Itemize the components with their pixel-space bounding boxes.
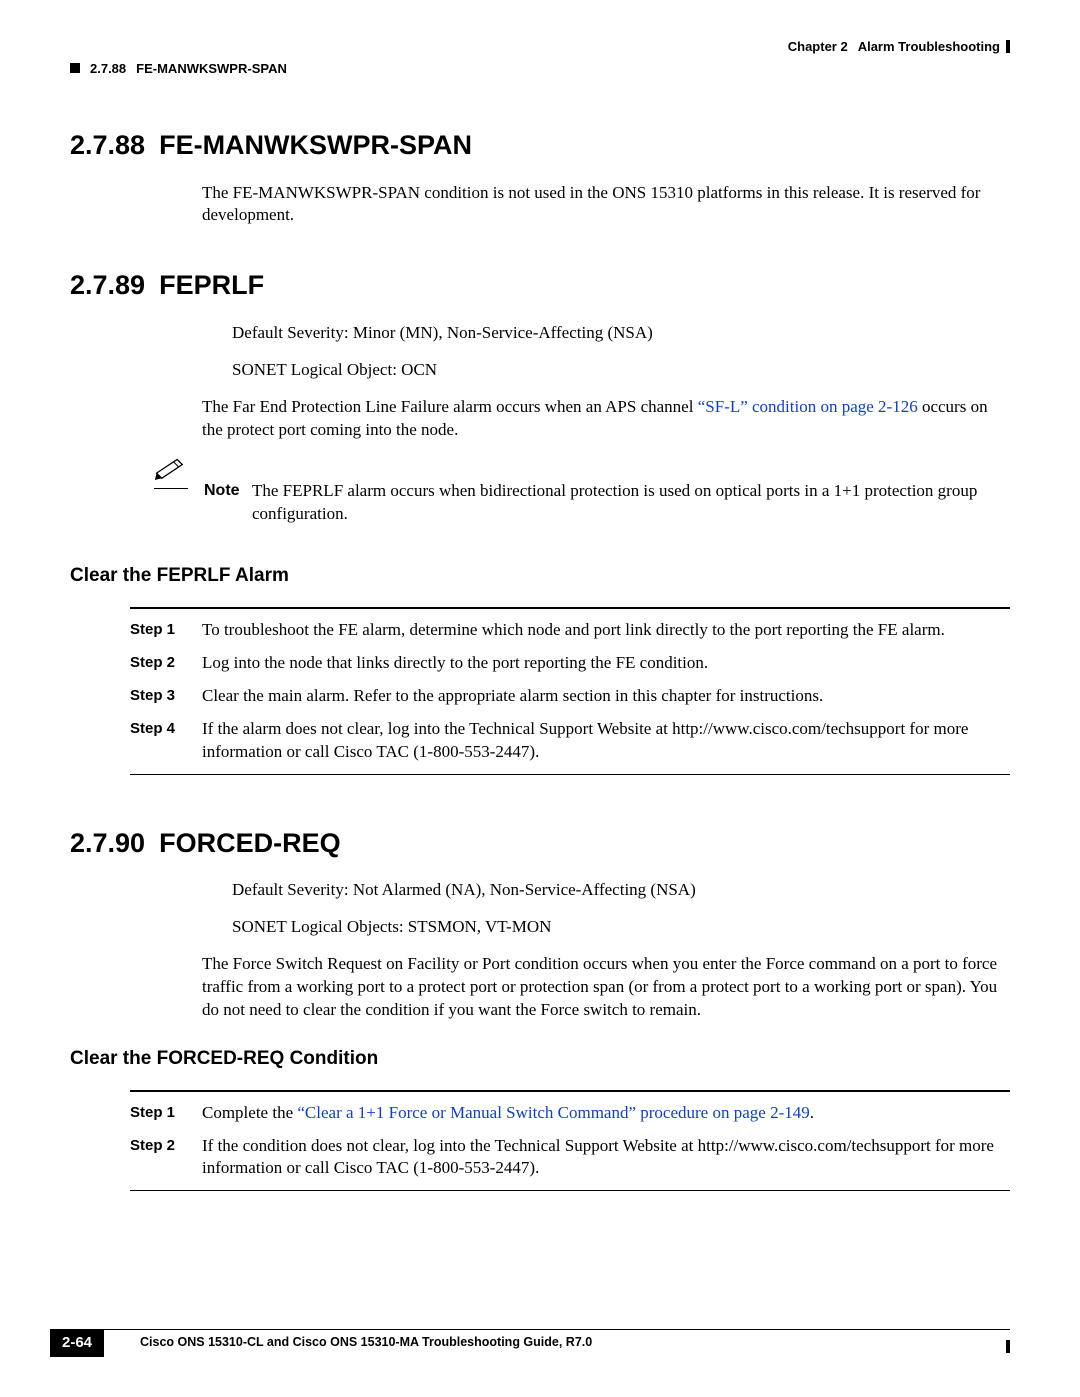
step-label: Step 4 xyxy=(130,718,202,764)
s88-para: The FE-MANWKSWPR-SPAN condition is not u… xyxy=(202,182,1010,228)
heading-2-7-88: 2.7.88 FE-MANWKSWPR-SPAN xyxy=(70,127,1010,163)
note-pencil-icon xyxy=(154,456,190,489)
running-header: Chapter 2 Alarm Troubleshooting xyxy=(70,38,1010,56)
header-bullet-icon xyxy=(70,63,80,73)
steps-rule-top xyxy=(130,1090,1010,1092)
page-number-badge: 2-64 xyxy=(50,1329,104,1357)
step-body: To troubleshoot the FE alarm, determine … xyxy=(202,619,1010,642)
heading-num: 2.7.90 xyxy=(70,828,145,858)
s89-para: The Far End Protection Line Failure alar… xyxy=(202,396,1010,442)
step-body-pre: Complete the xyxy=(202,1103,297,1122)
chapter-label: Chapter 2 xyxy=(788,38,848,56)
step-row: Step 2 Log into the node that links dire… xyxy=(130,652,1010,675)
clear-feprlf-heading: Clear the FEPRLF Alarm xyxy=(70,563,1010,589)
heading-2-7-90: 2.7.90 FORCED-REQ xyxy=(70,825,1010,861)
step-label: Step 1 xyxy=(130,619,202,642)
s90-para: The Force Switch Request on Facility or … xyxy=(202,953,1010,1022)
clear-forcedreq-heading: Clear the FORCED-REQ Condition xyxy=(70,1046,1010,1072)
step-row: Step 3 Clear the main alarm. Refer to th… xyxy=(130,685,1010,708)
heading-num: 2.7.89 xyxy=(70,270,145,300)
s89-para-pre: The Far End Protection Line Failure alar… xyxy=(202,397,698,416)
step-label: Step 1 xyxy=(130,1102,202,1125)
s90-logical: SONET Logical Objects: STSMON, VT-MON xyxy=(232,916,1010,939)
steps-rule-bottom xyxy=(130,774,1010,775)
step-body: If the condition does not clear, log int… xyxy=(202,1135,1010,1181)
heading-title: FORCED-REQ xyxy=(159,828,341,858)
clear-force-switch-link[interactable]: “Clear a 1+1 Force or Manual Switch Comm… xyxy=(297,1103,809,1122)
s90-severity: Default Severity: Not Alarmed (NA), Non-… xyxy=(232,879,1010,902)
footer-end-bar xyxy=(1006,1340,1010,1353)
step-row: Step 2 If the condition does not clear, … xyxy=(130,1135,1010,1181)
heading-num: 2.7.88 xyxy=(70,130,145,160)
note-label: Note xyxy=(204,456,252,526)
chapter-title: Alarm Troubleshooting xyxy=(858,38,1000,56)
step-body-post: . xyxy=(810,1103,814,1122)
step-label: Step 2 xyxy=(130,1135,202,1181)
step-body: Log into the node that links directly to… xyxy=(202,652,1010,675)
page-footer: Cisco ONS 15310-CL and Cisco ONS 15310-M… xyxy=(70,1329,1010,1351)
step-row: Step 4 If the alarm does not clear, log … xyxy=(130,718,1010,764)
sfl-condition-link[interactable]: “SF-L” condition on page 2-126 xyxy=(698,397,918,416)
step-body: Complete the “Clear a 1+1 Force or Manua… xyxy=(202,1102,1010,1125)
note-block: Note The FEPRLF alarm occurs when bidire… xyxy=(70,456,1010,526)
heading-title: FE-MANWKSWPR-SPAN xyxy=(159,130,472,160)
heading-title: FEPRLF xyxy=(159,270,264,300)
s89-severity: Default Severity: Minor (MN), Non-Servic… xyxy=(232,322,1010,345)
step-row: Step 1 To troubleshoot the FE alarm, det… xyxy=(130,619,1010,642)
section-ref-title: FE-MANWKSWPR-SPAN xyxy=(136,60,287,78)
footer-doc-title: Cisco ONS 15310-CL and Cisco ONS 15310-M… xyxy=(140,1334,592,1351)
steps-rule-top xyxy=(130,607,1010,609)
note-body: The FEPRLF alarm occurs when bidirection… xyxy=(252,456,1010,526)
heading-2-7-89: 2.7.89 FEPRLF xyxy=(70,267,1010,303)
section-ref-header: 2.7.88 FE-MANWKSWPR-SPAN xyxy=(70,60,1010,78)
steps-rule-bottom xyxy=(130,1190,1010,1191)
step-body: If the alarm does not clear, log into th… xyxy=(202,718,1010,764)
s89-logical: SONET Logical Object: OCN xyxy=(232,359,1010,382)
header-end-bar xyxy=(1006,40,1010,53)
section-ref-num: 2.7.88 xyxy=(90,60,126,78)
step-row: Step 1 Complete the “Clear a 1+1 Force o… xyxy=(130,1102,1010,1125)
step-body: Clear the main alarm. Refer to the appro… xyxy=(202,685,1010,708)
step-label: Step 3 xyxy=(130,685,202,708)
step-label: Step 2 xyxy=(130,652,202,675)
